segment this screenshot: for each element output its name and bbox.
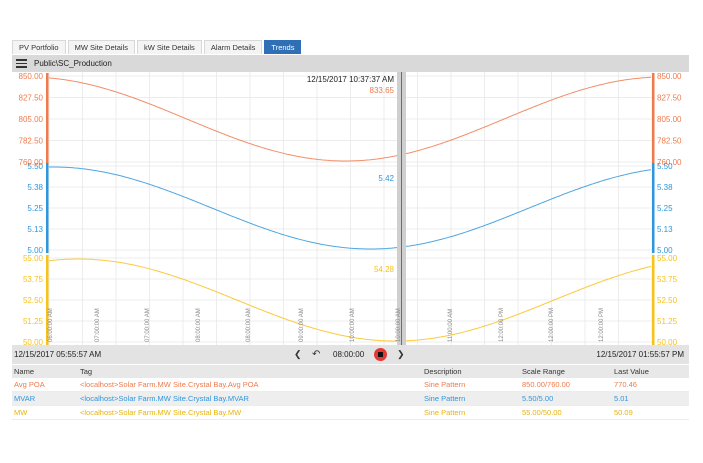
pen-last-value: 50.09 (612, 405, 689, 420)
y-tick-label-left: 53.75 (23, 275, 44, 284)
time-navigation-bar: 12/15/2017 05:55:57 AM ❮ ↶ 08:00:00 ❯ 12… (12, 345, 689, 364)
legend-header-row: Name Tag Description Scale Range Last Va… (12, 365, 689, 378)
y-tick-label-right: 805.00 (657, 115, 682, 124)
stop-icon[interactable] (374, 348, 387, 361)
x-tick-label: 10:00:00 AM (350, 308, 356, 342)
y-tick-label-left: 52.50 (23, 296, 44, 305)
y-tick-label-right: 5.25 (657, 204, 673, 213)
duration[interactable]: 08:00:00 (333, 345, 364, 364)
undo-icon[interactable]: ↶ (312, 345, 320, 364)
y-tick-label-left: 5.38 (27, 183, 43, 192)
x-tick-label: 08:00:00 AM (196, 308, 202, 342)
hamburger-menu-icon[interactable] (16, 59, 27, 68)
tab-bar: PV Portfolio MW Site Details kW Site Det… (12, 40, 689, 54)
cursor-value: 833.65 (370, 86, 395, 95)
y-axis-bar-right (652, 163, 655, 253)
y-tick-label-left: 827.50 (19, 94, 44, 103)
trend-path: Public\SC_Production (34, 59, 112, 68)
cursor-timestamp: 12/15/2017 10:37:37 AM (307, 75, 395, 84)
trend-chart[interactable]: 12/15/2017 10:37:37 AM 833.65 5.42 54.28 850… (12, 72, 689, 345)
x-tick-label: 07:00:00 AM (145, 308, 151, 342)
x-tick-label: 11:00:00 AM (448, 309, 454, 342)
y-tick-label-left: 5.13 (27, 225, 43, 234)
y-tick-label-left: 850.00 (19, 72, 44, 81)
y-axis-bar-left (46, 73, 49, 165)
trend-viewer: PV Portfolio MW Site Details kW Site Det… (12, 40, 689, 423)
cursor-value: 5.42 (378, 174, 394, 183)
y-tick-label-left: 5.50 (27, 162, 43, 171)
y-tick-label-right: 782.50 (657, 137, 682, 146)
start-time: 12/15/2017 05:55:57 AM (14, 350, 102, 359)
chevron-left-icon[interactable]: ❮ (294, 345, 302, 364)
pen-description: Sine Pattern (422, 378, 520, 392)
tab-alarm-details[interactable]: Alarm Details (203, 40, 263, 54)
x-tick-label: 09:00:00 AM (299, 308, 305, 342)
chevron-right-icon[interactable]: ❯ (397, 345, 405, 364)
pen-scale-range: 5.50/5.00 (520, 391, 612, 406)
y-axis-bar-right (652, 255, 655, 345)
y-tick-label-right: 51.25 (657, 317, 678, 326)
pen-last-value: 770.46 (612, 378, 689, 392)
pen-tag: <localhost>Solar Farm.MW Site.Crystal Ba… (78, 405, 422, 420)
legend-row[interactable]: MVAR <localhost>Solar Farm.MW Site.Cryst… (12, 391, 689, 406)
pen-tag: <localhost>Solar Farm.MW Site.Crystal Ba… (78, 378, 422, 392)
pen-scale-range: 55.00/50.00 (520, 405, 612, 420)
end-time: 12/15/2017 01:55:57 PM (596, 350, 684, 359)
pen-tag: <localhost>Solar Farm.MW Site.Crystal Ba… (78, 391, 422, 406)
y-tick-label-right: 53.75 (657, 275, 678, 284)
pen-description: Sine Pattern (422, 405, 520, 420)
legend-row[interactable]: MW <localhost>Solar Farm.MW Site.Crystal… (12, 405, 689, 420)
x-tick-label: 12:00:00 PM (499, 308, 505, 342)
y-tick-label-right: 50.00 (657, 338, 678, 345)
y-tick-label-left: 5.25 (27, 204, 43, 213)
y-tick-label-left: 51.25 (23, 317, 44, 326)
y-axis-bar-right (652, 73, 655, 165)
x-tick-label: 12:00:00 PM (599, 308, 605, 342)
y-tick-label-right: 55.00 (657, 254, 678, 263)
tab-trends[interactable]: Trends (264, 40, 302, 54)
legend-row[interactable]: Avg POA <localhost>Solar Farm.MW Site.Cr… (12, 378, 689, 392)
pen-name: Avg POA (12, 378, 78, 392)
y-tick-label-right: 850.00 (657, 72, 682, 81)
tab-mw-site-details[interactable]: MW Site Details (67, 40, 135, 54)
y-tick-label-right: 5.38 (657, 183, 673, 192)
header-tag: Tag (78, 365, 422, 378)
title-bar: Public\SC_Production (12, 55, 689, 72)
x-tick-label: 10:00:00 AM (396, 308, 402, 342)
y-tick-label-right: 5.50 (657, 162, 673, 171)
header-name: Name (12, 365, 78, 378)
y-tick-label-left: 782.50 (19, 137, 44, 146)
pen-name: MVAR (12, 391, 78, 406)
header-description: Description (422, 365, 520, 378)
y-tick-label-right: 5.13 (657, 225, 673, 234)
pen-name: MW (12, 405, 78, 420)
pen-scale-range: 850.00/760.00 (520, 378, 612, 392)
y-tick-label-left: 55.00 (23, 254, 44, 263)
pen-legend-table: Name Tag Description Scale Range Last Va… (12, 365, 689, 420)
x-tick-label: 06:00:00 AM (48, 308, 54, 342)
x-tick-label: 07:00:00 AM (95, 308, 101, 342)
x-tick-label: 08:00:00 AM (246, 308, 252, 342)
y-tick-label-left: 50.00 (23, 338, 44, 345)
tab-pv-portfolio[interactable]: PV Portfolio (12, 40, 66, 54)
pen-last-value: 5.01 (612, 391, 689, 406)
cursor-value: 54.28 (374, 265, 395, 274)
tab-kw-site-details[interactable]: kW Site Details (136, 40, 202, 54)
x-tick-label: 12:00:00 PM (549, 308, 555, 342)
y-tick-label-left: 805.00 (19, 115, 44, 124)
y-tick-label-right: 827.50 (657, 94, 682, 103)
header-last-value: Last Value (612, 365, 689, 378)
pen-description: Sine Pattern (422, 391, 520, 406)
y-tick-label-right: 52.50 (657, 296, 678, 305)
y-axis-bar-left (46, 163, 49, 253)
header-scale-range: Scale Range (520, 365, 612, 378)
